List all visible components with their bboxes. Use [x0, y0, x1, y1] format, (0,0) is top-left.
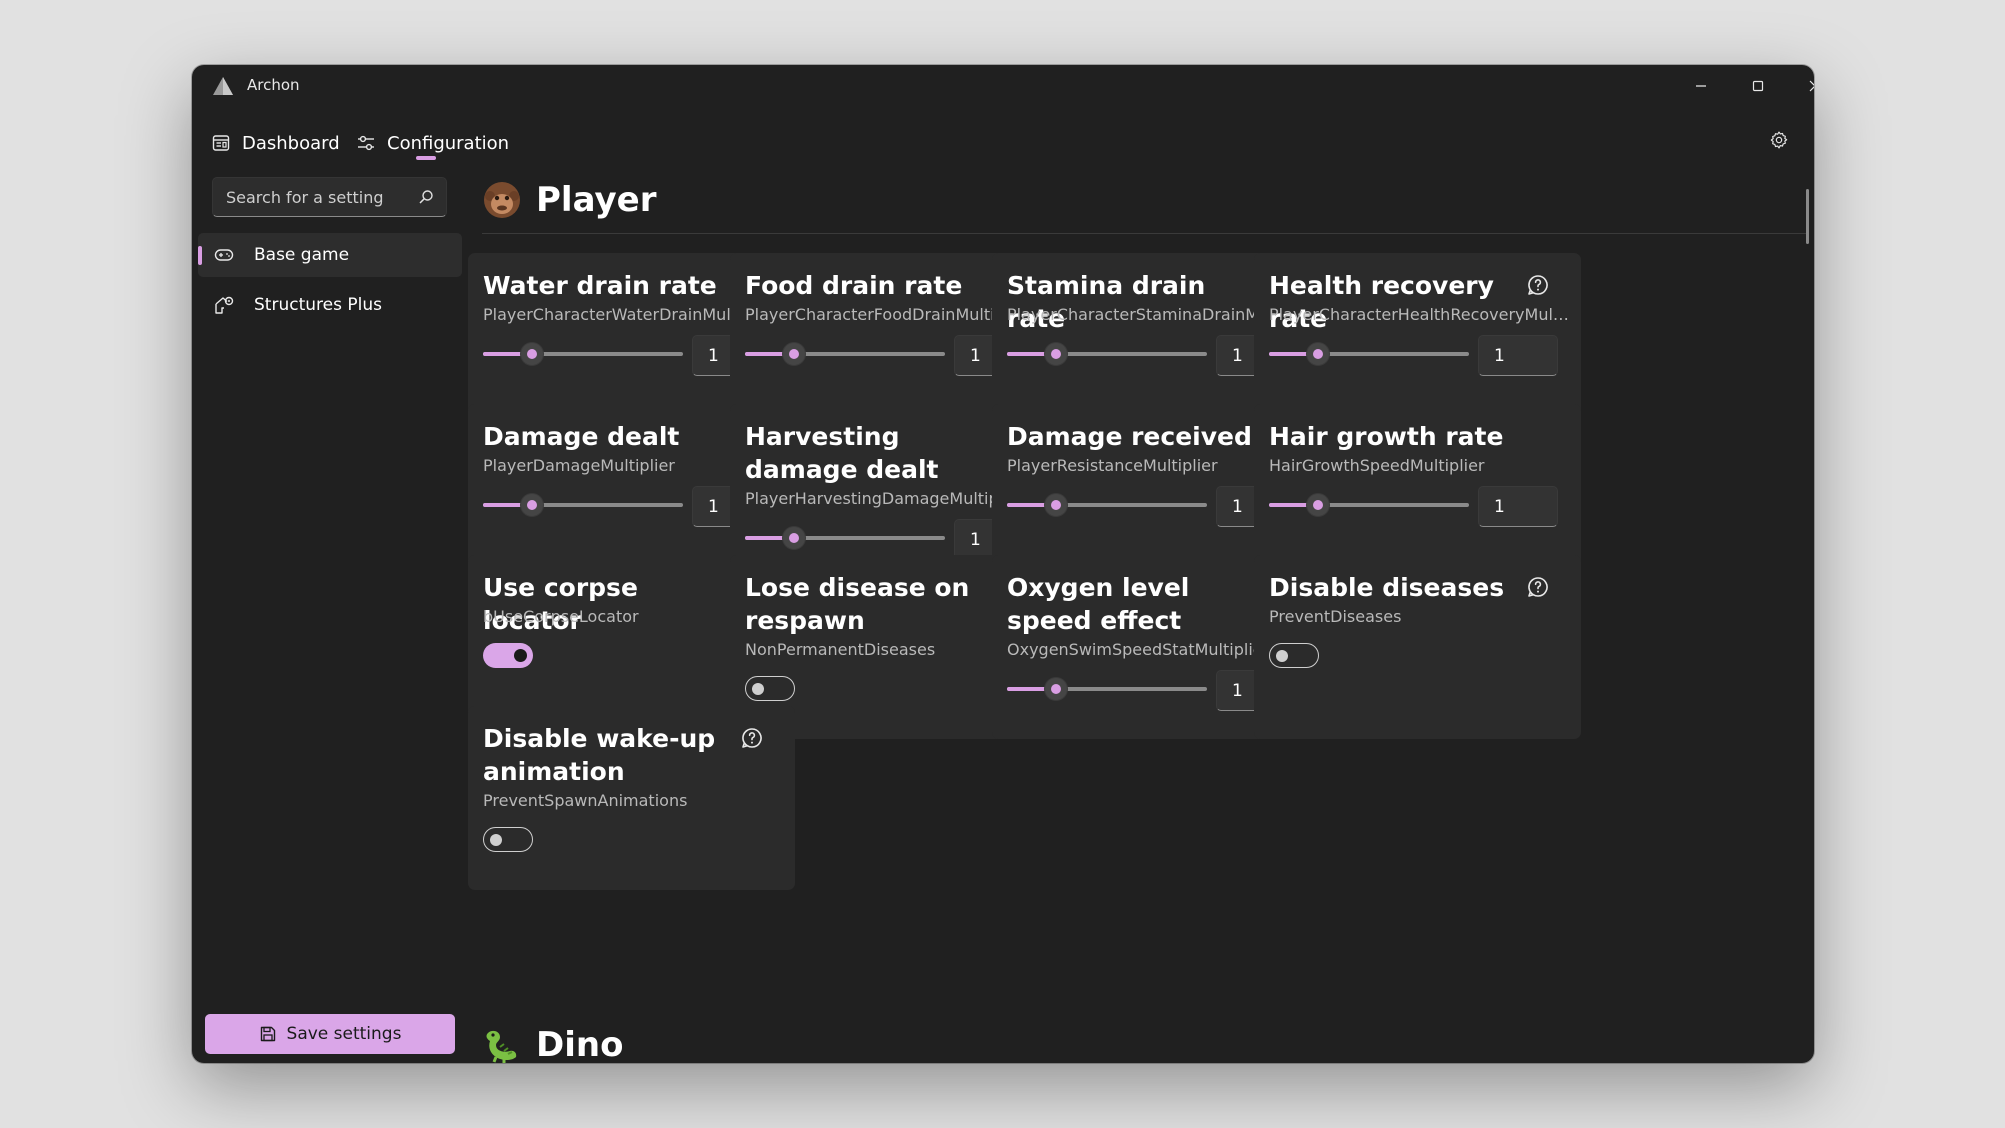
sidebar-item-structures-plus[interactable]: Structures Plus — [198, 283, 462, 327]
search-input[interactable] — [226, 187, 411, 207]
archon-logo-icon — [213, 77, 233, 95]
value-input[interactable]: 1 — [1478, 486, 1558, 527]
content-scrollbar[interactable] — [1806, 189, 1809, 244]
help-icon[interactable] — [740, 726, 764, 750]
app-window: Archon Dashboard Configuration Search fo… — [192, 65, 1814, 1063]
slider-thumb[interactable] — [1306, 342, 1330, 366]
setting-title: Lose disease on respawn — [745, 573, 970, 635]
slider-thumb[interactable] — [782, 526, 806, 550]
setting-title: Health recovery rate — [1269, 271, 1494, 333]
setting-title: Food drain rate — [745, 271, 963, 300]
toggle-switch[interactable] — [745, 676, 795, 701]
gamepad-icon — [214, 249, 234, 261]
sidebar-item-label: Structures Plus — [254, 295, 382, 315]
section-title-player: Player — [536, 180, 657, 220]
setting-title: Disable diseases — [1269, 573, 1505, 602]
title-bar: Archon — [192, 65, 1814, 107]
minimize-icon — [1695, 85, 1706, 87]
setting-card: Disable wake-up animation PreventSpawnAni… — [468, 706, 795, 890]
slider-thumb[interactable] — [520, 493, 544, 517]
dino-icon — [486, 1030, 517, 1063]
slider-thumb[interactable] — [520, 342, 544, 366]
setting-slider[interactable] — [745, 340, 945, 368]
setting-key: PreventDiseases — [1269, 607, 1402, 626]
value-input[interactable]: 1 — [1478, 335, 1558, 376]
house-settings-icon — [215, 296, 234, 314]
section-dino-header: Dino — [482, 1025, 623, 1063]
setting-title: Harvesting damage dealt — [745, 422, 939, 484]
save-settings-button[interactable]: Save settings — [205, 1014, 455, 1054]
dashboard-icon — [212, 135, 230, 151]
slider-thumb[interactable] — [782, 342, 806, 366]
setting-title: Stamina drain rate — [1007, 271, 1206, 333]
slider-thumb[interactable] — [1044, 677, 1068, 701]
setting-slider[interactable] — [1007, 491, 1207, 519]
nav-active-indicator — [416, 156, 436, 160]
setting-key: PlayerCharacterHealthRecoveryMultip... — [1269, 305, 1574, 324]
slider-thumb[interactable] — [1306, 493, 1330, 517]
help-icon[interactable] — [1526, 575, 1550, 599]
setting-slider[interactable] — [483, 340, 683, 368]
setting-slider[interactable] — [1007, 340, 1207, 368]
search-icon — [419, 190, 433, 204]
setting-title: Use corpse locator — [483, 573, 638, 635]
sliders-icon — [358, 135, 374, 151]
player-face-icon — [484, 182, 520, 218]
setting-slider[interactable] — [1269, 340, 1469, 368]
sidebar-item-base-game[interactable]: Base game — [198, 233, 462, 277]
minimize-button[interactable] — [1672, 65, 1729, 107]
setting-slider[interactable] — [745, 524, 945, 552]
setting-slider[interactable] — [1007, 675, 1207, 703]
section-title-dino: Dino — [536, 1025, 624, 1063]
nav-dashboard-label: Dashboard — [242, 132, 340, 154]
setting-key: HairGrowthSpeedMultiplier — [1269, 456, 1485, 475]
app-title: Archon — [247, 76, 300, 94]
close-button[interactable] — [1786, 65, 1814, 107]
setting-title: Hair growth rate — [1269, 422, 1504, 451]
setting-slider[interactable] — [483, 491, 683, 519]
maximize-button[interactable] — [1729, 65, 1786, 107]
section-divider — [482, 233, 1807, 234]
toggle-switch[interactable] — [1269, 643, 1319, 668]
toggle-switch[interactable] — [483, 827, 533, 852]
settings-button[interactable] — [1764, 125, 1794, 155]
slider-thumb[interactable] — [1044, 342, 1068, 366]
setting-title: Damage dealt — [483, 422, 680, 451]
save-settings-label: Save settings — [286, 1024, 402, 1044]
save-icon — [260, 1026, 275, 1042]
setting-card: Disable diseases PreventDiseases — [1254, 555, 1581, 739]
sidebar-item-label: Base game — [254, 245, 350, 265]
search-box[interactable] — [212, 177, 447, 217]
section-player-header: Player — [482, 180, 656, 220]
setting-title: Damage received — [1007, 422, 1252, 451]
setting-slider[interactable] — [1269, 491, 1469, 519]
gear-icon — [1770, 131, 1788, 149]
setting-key: PreventSpawnAnimations — [483, 791, 688, 810]
close-icon — [1809, 80, 1814, 92]
slider-thumb[interactable] — [1044, 493, 1068, 517]
nav-dashboard[interactable]: Dashboard — [212, 123, 340, 163]
sidebar-active-indicator — [198, 246, 202, 265]
setting-title: Disable wake-up animation — [483, 724, 716, 786]
setting-title: Water drain rate — [483, 271, 717, 300]
setting-title: Oxygen level speed effect — [1007, 573, 1190, 635]
nav-configuration-label: Configuration — [387, 132, 510, 154]
maximize-icon — [1752, 80, 1763, 92]
help-icon[interactable] — [1526, 273, 1550, 297]
toggle-switch[interactable] — [483, 643, 533, 668]
